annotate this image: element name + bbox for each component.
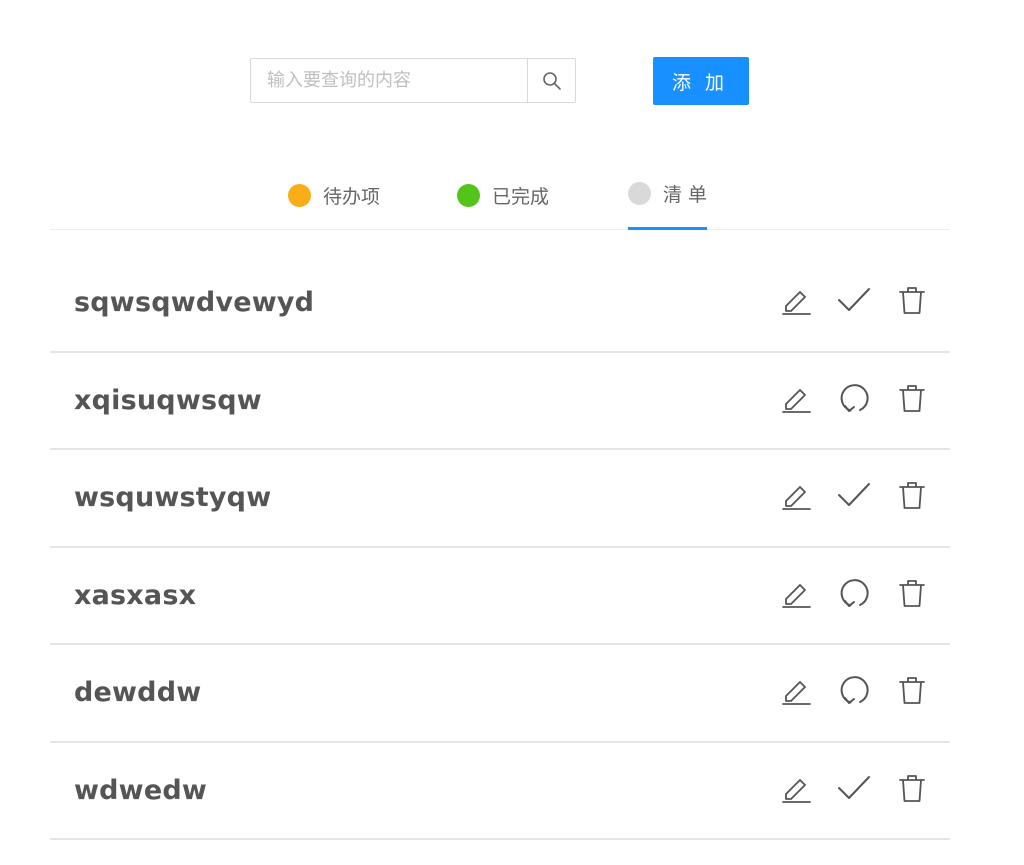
edit-button[interactable] bbox=[778, 282, 814, 318]
trash-icon bbox=[897, 578, 927, 608]
item-title: dewddw bbox=[74, 677, 202, 708]
redo-icon bbox=[838, 674, 870, 706]
item-actions bbox=[778, 575, 930, 611]
item-title: wsquwstyqw bbox=[74, 482, 272, 513]
redo-icon bbox=[838, 382, 870, 414]
tab-label: 清 单 bbox=[663, 184, 708, 206]
trash-icon bbox=[897, 480, 927, 510]
delete-button[interactable] bbox=[894, 575, 930, 611]
trash-icon bbox=[897, 773, 927, 803]
item-title: wdwedw bbox=[74, 774, 207, 806]
edit-icon bbox=[781, 285, 811, 315]
redo-icon bbox=[838, 577, 870, 609]
todo-list: sqwsqwdvewyd xqisuqwsqw wsquwstyqw xasxa… bbox=[50, 255, 950, 840]
check-icon bbox=[837, 285, 871, 315]
edit-button[interactable] bbox=[778, 380, 814, 416]
delete-button[interactable] bbox=[894, 477, 930, 513]
list-item: xasxasx bbox=[50, 548, 950, 645]
check-icon bbox=[837, 480, 871, 510]
trash-icon bbox=[897, 285, 927, 315]
item-actions bbox=[778, 477, 930, 513]
item-actions bbox=[778, 672, 930, 708]
delete-button[interactable] bbox=[894, 770, 930, 806]
edit-button[interactable] bbox=[778, 770, 814, 806]
search-box bbox=[250, 58, 576, 103]
todo-status-dot bbox=[288, 183, 311, 207]
trash-icon bbox=[897, 675, 927, 705]
list-item: dewddw bbox=[50, 645, 950, 743]
list-item: wsquwstyqw bbox=[50, 450, 950, 548]
edit-button[interactable] bbox=[778, 575, 814, 611]
search-icon bbox=[542, 71, 562, 91]
edit-icon bbox=[781, 773, 811, 803]
edit-button[interactable] bbox=[778, 672, 814, 708]
done-status-dot bbox=[457, 183, 480, 207]
item-title: xasxasx bbox=[74, 579, 197, 611]
complete-button[interactable] bbox=[836, 282, 872, 318]
tab-label: 待办项 bbox=[323, 185, 381, 208]
item-title: sqwsqwdvewyd bbox=[74, 287, 315, 318]
check-icon bbox=[837, 773, 871, 803]
delete-button[interactable] bbox=[894, 380, 930, 416]
delete-button[interactable] bbox=[894, 282, 930, 318]
restore-button[interactable] bbox=[836, 575, 872, 611]
item-title: xqisuqwsqw bbox=[74, 384, 262, 416]
edit-icon bbox=[781, 480, 811, 510]
list-item: sqwsqwdvewyd bbox=[50, 255, 950, 353]
edit-icon bbox=[781, 675, 811, 705]
complete-button[interactable] bbox=[836, 770, 872, 806]
item-actions bbox=[778, 380, 930, 416]
edit-icon bbox=[781, 383, 811, 413]
item-actions bbox=[778, 770, 930, 806]
edit-button[interactable] bbox=[778, 477, 814, 513]
filter-tabs: 待办项 已完成 清 单 bbox=[50, 160, 950, 230]
restore-button[interactable] bbox=[836, 672, 872, 708]
edit-icon bbox=[781, 578, 811, 608]
search-button[interactable] bbox=[527, 59, 575, 102]
tab-done[interactable]: 已完成 bbox=[457, 160, 549, 230]
tab-todo[interactable]: 待办项 bbox=[288, 160, 380, 230]
search-input[interactable] bbox=[251, 59, 527, 102]
tab-label: 已完成 bbox=[492, 185, 550, 208]
all-status-dot bbox=[628, 182, 651, 205]
delete-button[interactable] bbox=[894, 672, 930, 708]
complete-button[interactable] bbox=[836, 477, 872, 513]
list-item: wdwedw bbox=[50, 743, 950, 840]
tab-all[interactable]: 清 单 bbox=[628, 160, 708, 230]
item-actions bbox=[778, 282, 930, 318]
trash-icon bbox=[897, 383, 927, 413]
list-item: xqisuqwsqw bbox=[50, 353, 950, 450]
restore-button[interactable] bbox=[836, 380, 872, 416]
add-button[interactable]: 添 加 bbox=[653, 57, 749, 105]
